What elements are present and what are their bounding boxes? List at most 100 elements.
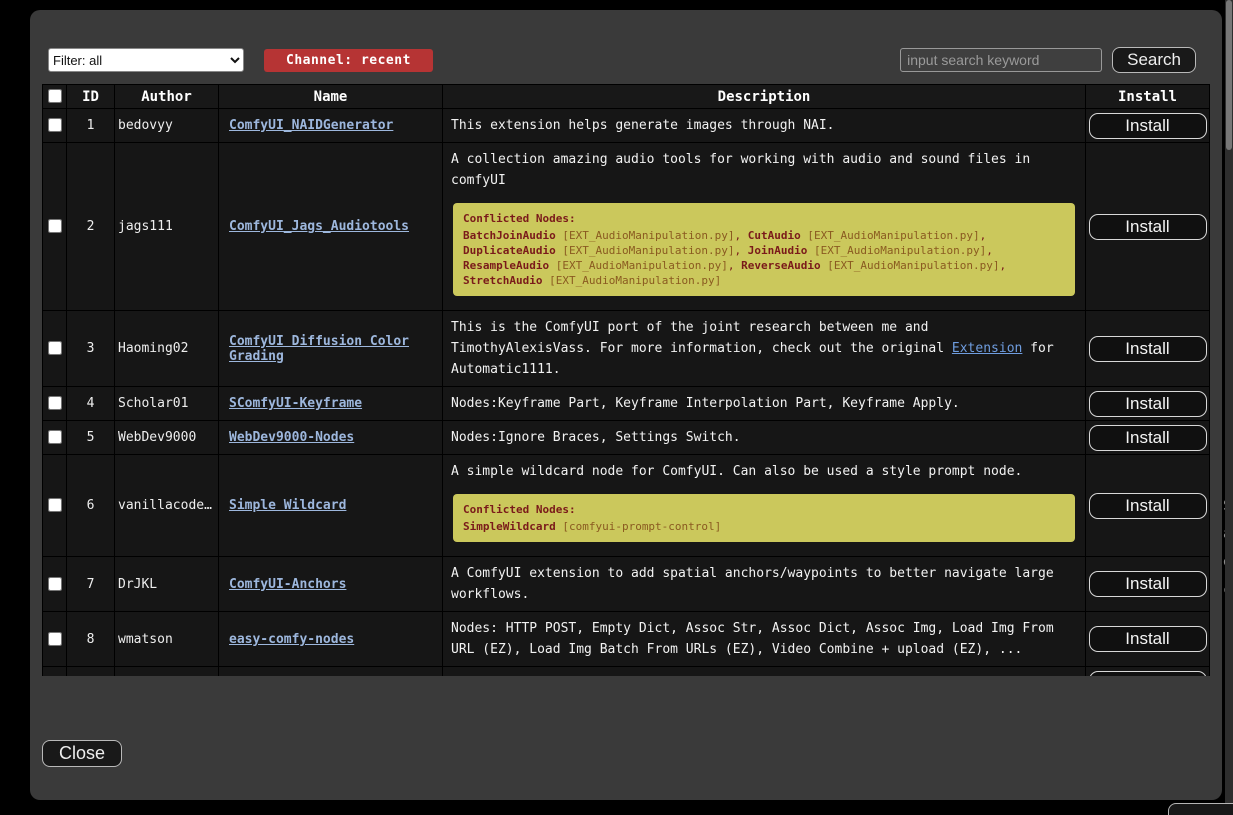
row-name-link[interactable]: ComfyUI-Anchors bbox=[229, 577, 346, 592]
row-id: 2 bbox=[67, 143, 115, 311]
conflict-warning: Conflicted Nodes: SimpleWildcard [comfyui… bbox=[453, 494, 1075, 542]
conflict-node-source: [EXT_AudioManipulation.py] bbox=[549, 274, 721, 287]
header-description: Description bbox=[443, 85, 1086, 109]
table-row: 3 Haoming02 ComfyUI Diffusion Color Grad… bbox=[43, 311, 1210, 387]
row-description: Nodes:Keyframe Part, Keyframe Interpolat… bbox=[451, 393, 1077, 414]
conflict-node-source: [EXT_AudioManipulation.py] bbox=[562, 229, 734, 242]
table-body: 1 bedovyy ComfyUI_NAIDGenerator This ext… bbox=[43, 109, 1210, 677]
header-install: Install bbox=[1086, 85, 1210, 109]
row-name-link[interactable]: SComfyUI-Keyframe bbox=[229, 396, 362, 411]
table-row: 4 Scholar01 SComfyUI-Keyframe Nodes:Keyf… bbox=[43, 387, 1210, 421]
conflict-node-source: [EXT_AudioManipulation.py] bbox=[807, 229, 979, 242]
conflict-title: Conflicted Nodes: bbox=[463, 502, 1065, 517]
row-description: A collection amazing audio tools for wor… bbox=[451, 149, 1077, 191]
row-description: Nodes: HTTP POST, Empty Dict, Assoc Str,… bbox=[451, 618, 1077, 660]
row-author: Scholar01 bbox=[115, 387, 219, 421]
install-button[interactable]: Install bbox=[1089, 113, 1207, 139]
header-author: Author bbox=[115, 85, 219, 109]
row-description: Nodes:Ignore Braces, Settings Switch. bbox=[451, 427, 1077, 448]
row-id: 7 bbox=[67, 557, 115, 612]
conflict-node-name: CutAudio bbox=[748, 229, 801, 242]
row-checkbox[interactable] bbox=[48, 577, 62, 591]
install-button[interactable]: Install bbox=[1089, 571, 1207, 597]
row-name-link[interactable]: Simple Wildcard bbox=[229, 498, 346, 513]
header-id: ID bbox=[67, 85, 115, 109]
row-checkbox[interactable] bbox=[48, 341, 62, 355]
row-name-link[interactable]: ComfyUI Diffusion Color Grading bbox=[229, 334, 409, 364]
conflict-node-name: SimpleWildcard bbox=[463, 520, 556, 533]
description-link[interactable]: Extension bbox=[952, 341, 1022, 356]
row-author: Haoming02 bbox=[115, 311, 219, 387]
page-scrollbar[interactable] bbox=[1225, 0, 1233, 815]
row-checkbox[interactable] bbox=[48, 498, 62, 512]
row-description: This is the ComfyUI port of the joint re… bbox=[451, 317, 1077, 380]
close-button[interactable]: Close bbox=[42, 740, 122, 767]
table-header-row: ID Author Name Description Install bbox=[43, 85, 1210, 109]
table-row: 9 SoftMeng ComfyUI_Mexx_Styler Nodes: Co… bbox=[43, 667, 1210, 677]
conflict-node-source: [EXT_AudioManipulation.py] bbox=[827, 259, 999, 272]
row-checkbox[interactable] bbox=[48, 219, 62, 233]
row-author: DrJKL bbox=[115, 557, 219, 612]
install-button[interactable]: Install bbox=[1089, 671, 1207, 677]
row-author: bedovyy bbox=[115, 109, 219, 143]
row-checkbox[interactable] bbox=[48, 118, 62, 132]
row-id: 1 bbox=[67, 109, 115, 143]
install-custom-nodes-dialog: Filter: all Channel: recent Search ID Au… bbox=[30, 10, 1222, 800]
conflict-node-source: [comfyui-prompt-control] bbox=[562, 520, 721, 533]
conflict-node-name: ReverseAudio bbox=[741, 259, 820, 272]
table-row: 1 bedovyy ComfyUI_NAIDGenerator This ext… bbox=[43, 109, 1210, 143]
row-name-link[interactable]: easy-comfy-nodes bbox=[229, 632, 354, 647]
search-button[interactable]: Search bbox=[1112, 47, 1196, 73]
conflict-node-name: BatchJoinAudio bbox=[463, 229, 556, 242]
conflict-node-name: DuplicateAudio bbox=[463, 244, 556, 257]
row-description: A simple wildcard node for ComfyUI. Can … bbox=[451, 461, 1077, 482]
row-description: This extension helps generate images thr… bbox=[451, 115, 1077, 136]
table-row: 2 jags111 ComfyUI_Jags_Audiotools A coll… bbox=[43, 143, 1210, 311]
table-row: 8 wmatson easy-comfy-nodes Nodes: HTTP P… bbox=[43, 612, 1210, 667]
row-name-link[interactable]: ComfyUI_Jags_Audiotools bbox=[229, 219, 409, 234]
install-button[interactable]: Install bbox=[1089, 493, 1207, 519]
row-author: wmatson bbox=[115, 612, 219, 667]
row-id: 4 bbox=[67, 387, 115, 421]
search-input[interactable] bbox=[900, 48, 1102, 72]
filter-select[interactable]: Filter: all bbox=[48, 48, 244, 72]
row-checkbox[interactable] bbox=[48, 632, 62, 646]
row-id: 6 bbox=[67, 455, 115, 557]
table-row: 5 WebDev9000 WebDev9000-Nodes Nodes:Igno… bbox=[43, 421, 1210, 455]
install-button[interactable]: Install bbox=[1089, 391, 1207, 417]
table-scroll-area[interactable]: ID Author Name Description Install 1 bed… bbox=[42, 84, 1210, 676]
row-id: 8 bbox=[67, 612, 115, 667]
select-all-checkbox[interactable] bbox=[48, 89, 62, 103]
row-name-link[interactable]: WebDev9000-Nodes bbox=[229, 430, 354, 445]
install-button[interactable]: Install bbox=[1089, 214, 1207, 240]
conflict-title: Conflicted Nodes: bbox=[463, 211, 1065, 226]
row-author: jags111 bbox=[115, 143, 219, 311]
table-row: 7 DrJKL ComfyUI-Anchors A ComfyUI extens… bbox=[43, 557, 1210, 612]
row-name-link[interactable]: ComfyUI_NAIDGenerator bbox=[229, 118, 393, 133]
row-author: WebDev9000 bbox=[115, 421, 219, 455]
row-author: vanillacode… bbox=[115, 455, 219, 557]
conflict-list: SimpleWildcard [comfyui-prompt-control] bbox=[463, 519, 1065, 534]
conflict-node-source: [EXT_AudioManipulation.py] bbox=[814, 244, 986, 257]
install-button[interactable]: Install bbox=[1089, 336, 1207, 362]
conflict-list: BatchJoinAudio [EXT_AudioManipulation.py… bbox=[463, 228, 1065, 288]
row-checkbox[interactable] bbox=[48, 430, 62, 444]
row-checkbox[interactable] bbox=[48, 396, 62, 410]
row-id: 5 bbox=[67, 421, 115, 455]
toolbar: Filter: all Channel: recent Search bbox=[42, 47, 1210, 73]
page-scrollbar-thumb[interactable] bbox=[1226, 0, 1232, 150]
conflict-node-source: [EXT_AudioManipulation.py] bbox=[562, 244, 734, 257]
partial-background-button[interactable] bbox=[1168, 803, 1233, 815]
install-button[interactable]: Install bbox=[1089, 425, 1207, 451]
table-row: 6 vanillacode… Simple Wildcard A simple … bbox=[43, 455, 1210, 557]
row-id: 9 bbox=[67, 667, 115, 677]
row-description: Nodes: ComfyUI Mexx Styler, ComfyUI Mexx… bbox=[451, 673, 1077, 676]
conflict-node-name: StretchAudio bbox=[463, 274, 542, 287]
header-name: Name bbox=[219, 85, 443, 109]
channel-badge: Channel: recent bbox=[264, 49, 433, 72]
row-author: SoftMeng bbox=[115, 667, 219, 677]
custom-nodes-table: ID Author Name Description Install 1 bed… bbox=[42, 84, 1210, 676]
conflict-node-source: [EXT_AudioManipulation.py] bbox=[556, 259, 728, 272]
conflict-warning: Conflicted Nodes: BatchJoinAudio [EXT_Aud… bbox=[453, 203, 1075, 296]
install-button[interactable]: Install bbox=[1089, 626, 1207, 652]
